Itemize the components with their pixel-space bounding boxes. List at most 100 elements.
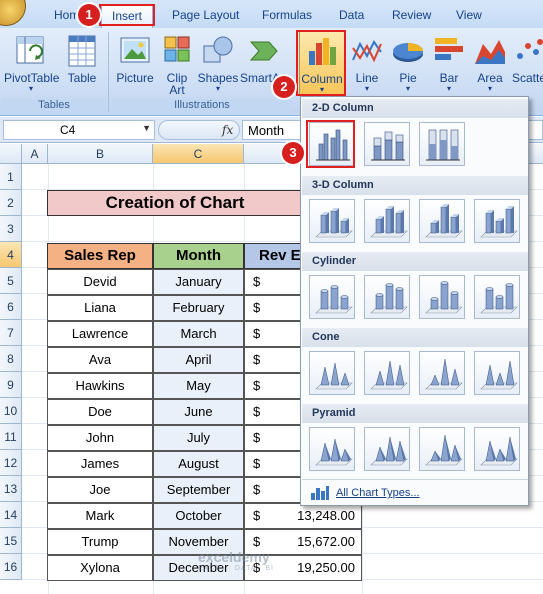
pivottable-button[interactable]: PivotTable ▾ (4, 30, 59, 98)
table-label: Table (67, 71, 97, 85)
column-header-b[interactable]: B (48, 144, 153, 164)
cell-month[interactable]: October (153, 503, 244, 529)
cell-month[interactable]: January (153, 269, 244, 295)
header-sales-rep[interactable]: Sales Rep (47, 243, 153, 269)
cell-month[interactable]: May (153, 373, 244, 399)
watermark-tagline: EXCEL · DATA · BI (198, 565, 274, 572)
clustered-cone-option[interactable] (309, 351, 355, 395)
chevron-down-icon: ▾ (215, 84, 220, 93)
percent-stacked-cone-option[interactable] (419, 351, 465, 395)
3d-stacked-column-option[interactable] (364, 199, 410, 243)
cell-sales-rep[interactable]: Doe (47, 399, 153, 425)
row-header-5[interactable]: 5 (0, 268, 22, 294)
3d-clustered-column-option[interactable] (309, 199, 355, 243)
cell-month[interactable]: August (153, 451, 244, 477)
table-button[interactable]: Table (62, 30, 102, 98)
stacked-column-option[interactable] (364, 122, 410, 166)
chevron-down-icon: ▾ (446, 84, 451, 93)
cell-sales-rep[interactable]: James (47, 451, 153, 477)
chevron-down-icon[interactable]: ▼ (142, 123, 151, 133)
select-all-corner[interactable] (0, 144, 22, 164)
percent-stacked-pyramid-option[interactable] (419, 427, 465, 471)
column-header-c[interactable]: C (153, 144, 244, 164)
tab-formulas[interactable]: Formulas (262, 8, 312, 22)
row-header-8[interactable]: 8 (0, 346, 22, 372)
office-button[interactable] (0, 0, 26, 26)
tab-review[interactable]: Review (392, 8, 431, 22)
stacked-cylinder-option[interactable] (364, 275, 410, 319)
chart-thumbnail-icon (480, 206, 518, 238)
pie-chart-button[interactable]: Pie ▾ (388, 30, 428, 98)
name-box[interactable]: C4 ▼ (3, 120, 155, 140)
percent-stacked-column-option[interactable] (419, 122, 465, 166)
tab-data[interactable]: Data (339, 8, 364, 22)
cell-month[interactable]: April (153, 347, 244, 373)
revenue-amount: 19,250.00 (297, 560, 355, 575)
smartart-icon (249, 34, 283, 68)
row-header-7[interactable]: 7 (0, 320, 22, 346)
scatter-chart-button[interactable]: Scatter (512, 30, 543, 98)
stacked-pyramid-option[interactable] (364, 427, 410, 471)
row-header-9[interactable]: 9 (0, 372, 22, 398)
3d-percent-stacked-column-option[interactable] (419, 199, 465, 243)
clustered-pyramid-option[interactable] (309, 427, 355, 471)
chart-thumbnail-icon (370, 206, 408, 238)
row-header-6[interactable]: 6 (0, 294, 22, 320)
cell-month[interactable]: February (153, 295, 244, 321)
chart-thumbnail-icon (315, 438, 353, 466)
row-header-12[interactable]: 12 (0, 450, 22, 476)
cell-sales-rep[interactable]: Liana (47, 295, 153, 321)
row-header-3[interactable]: 3 (0, 216, 22, 242)
watermark-logo: exceldemy EXCEL · DATA · BI (198, 549, 274, 572)
cell-month[interactable]: March (153, 321, 244, 347)
picture-icon (118, 34, 152, 68)
line-chart-button[interactable]: Line ▾ (348, 30, 386, 98)
row-header-13[interactable]: 13 (0, 476, 22, 502)
column-header-a[interactable]: A (22, 144, 48, 164)
cell-sales-rep[interactable]: Hawkins (47, 373, 153, 399)
scatter-chart-label: Scatter (512, 71, 543, 85)
cell-sales-rep[interactable]: Joe (47, 477, 153, 503)
cell-sales-rep[interactable]: Mark (47, 503, 153, 529)
insert-function-icon[interactable]: fx (222, 123, 233, 137)
row-header-14[interactable]: 14 (0, 502, 22, 528)
row-header-10[interactable]: 10 (0, 398, 22, 424)
header-month[interactable]: Month (153, 243, 244, 269)
shapes-button[interactable]: Shapes ▾ (197, 30, 239, 98)
cell-sales-rep[interactable]: Trump (47, 529, 153, 555)
cell-month[interactable]: June (153, 399, 244, 425)
cell-sales-rep[interactable]: Lawrence (47, 321, 153, 347)
3d-cone-option[interactable] (474, 351, 520, 395)
cell-sales-rep[interactable]: Ava (47, 347, 153, 373)
highlight-column-button (296, 30, 346, 96)
row-header-4[interactable]: 4 (0, 242, 22, 268)
chart-thumbnail-icon (480, 283, 518, 314)
sheet-title-cell[interactable]: Creation of Chart (47, 190, 303, 216)
group-label-illustrations: Illustrations (112, 99, 292, 114)
tab-view[interactable]: View (456, 8, 482, 22)
group-separator (108, 32, 109, 112)
3d-cylinder-option[interactable] (474, 275, 520, 319)
clustered-cylinder-option[interactable] (309, 275, 355, 319)
cell-sales-rep[interactable]: John (47, 425, 153, 451)
cell-revenue[interactable]: $13,248.00 (244, 503, 362, 529)
row-header-2[interactable]: 2 (0, 190, 22, 216)
row-header-1[interactable]: 1 (0, 164, 22, 190)
row-header-11[interactable]: 11 (0, 424, 22, 450)
row-header-16[interactable]: 16 (0, 554, 22, 580)
row-header-15[interactable]: 15 (0, 528, 22, 554)
3d-pyramid-option[interactable] (474, 427, 520, 471)
3d-column-option[interactable] (474, 199, 520, 243)
all-chart-types-link[interactable]: All Chart Types... (302, 479, 528, 505)
stacked-cone-option[interactable] (364, 351, 410, 395)
cell-month[interactable]: September (153, 477, 244, 503)
area-chart-button[interactable]: Area ▾ (470, 30, 510, 98)
clip-art-button[interactable]: Clip Art (160, 30, 194, 98)
percent-stacked-cylinder-option[interactable] (419, 275, 465, 319)
bar-chart-button[interactable]: Bar ▾ (430, 30, 468, 98)
cell-sales-rep[interactable]: Devid (47, 269, 153, 295)
cell-sales-rep[interactable]: Xylona (47, 555, 153, 581)
cell-month[interactable]: July (153, 425, 244, 451)
tab-page-layout[interactable]: Page Layout (172, 8, 239, 22)
picture-button[interactable]: Picture (113, 30, 157, 98)
